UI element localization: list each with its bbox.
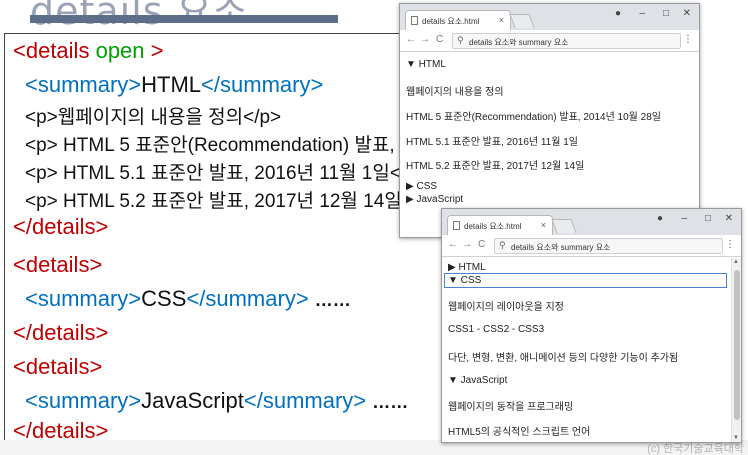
ellipsis: …… — [372, 392, 409, 412]
minimize-icon[interactable]: – — [639, 8, 645, 19]
paragraph: HTML5의 공식적인 스크립트 언어 — [448, 427, 591, 438]
account-icon[interactable]: ● — [615, 8, 621, 19]
new-tab-button[interactable] — [509, 14, 535, 28]
code-line-p3: <p> HTML 5.1 표준안 발표, 2016년 11월 1일</p> — [25, 163, 428, 184]
paragraph: 다단, 변형, 변환, 애니메이션 등의 다양한 기능이 추가됨 — [448, 353, 679, 364]
search-icon: ⚲ — [499, 240, 506, 250]
document-icon — [453, 221, 460, 230]
tag-summary-open: <summary> — [25, 72, 142, 97]
close-icon[interactable]: ✕ — [683, 8, 691, 19]
code-line-details-open: <details open > — [13, 38, 164, 64]
browser-toolbar: ← → C ⚲ details 요소와 summary 요소 ⋮ — [400, 30, 699, 52]
new-tab-button[interactable] — [551, 219, 577, 233]
tag-summary-open: <summary> — [25, 286, 142, 311]
reload-icon[interactable]: C — [436, 34, 443, 45]
code-line-summary-css: <summary>CSS</summary> …… — [25, 286, 351, 312]
browser-window-1: details 요소.html × ● – □ ✕ ← → C ⚲ detail… — [399, 3, 700, 238]
document-icon — [411, 16, 418, 25]
summary-text-css: CSS — [141, 286, 187, 311]
browser-window-2: details 요소.html × ● – □ ✕ ← → C ⚲ detail… — [441, 208, 742, 443]
close-icon[interactable]: ✕ — [725, 213, 733, 224]
menu-kebab-icon[interactable]: ⋮ — [683, 34, 693, 45]
forward-arrow-icon[interactable]: → — [420, 34, 430, 45]
paragraph: 웹페이지의 내용을 정의 — [406, 87, 504, 98]
tab-title: details 요소.html — [464, 222, 522, 231]
address-bar[interactable]: ⚲ details 요소와 summary 요소 — [452, 33, 681, 49]
tag-details-open: <details — [13, 38, 90, 63]
summary-html-expanded[interactable]: ▼ HTML — [406, 59, 446, 70]
attr-open: open — [95, 38, 145, 63]
code-line-p1: <p>웹페이지의 내용을 정의</p> — [25, 107, 282, 128]
summary-css-collapsed[interactable]: ▶ CSS — [406, 181, 437, 192]
address-bar[interactable]: ⚲ details 요소와 summary 요소 — [494, 238, 723, 254]
code-line-details-2: <details> — [13, 252, 103, 277]
scroll-down-arrow-icon[interactable]: ▼ — [733, 435, 739, 441]
focus-outline — [444, 273, 727, 288]
paragraph: CSS1 - CSS2 - CSS3 — [448, 324, 545, 335]
browser-tab[interactable]: details 요소.html × — [447, 215, 553, 235]
summary-text-html: HTML — [141, 72, 202, 97]
ellipsis: …… — [314, 290, 351, 310]
summary-text-javascript: JavaScript — [141, 388, 244, 413]
reload-icon[interactable]: C — [478, 239, 485, 250]
back-arrow-icon[interactable]: ← — [448, 239, 458, 250]
paragraph: 웹페이지의 동작을 프로그래밍 — [448, 402, 574, 413]
code-line-p4: <p> HTML 5.2 표준안 발표, 2017년 12월 14일</p> — [25, 191, 440, 212]
code-line-summary-js: <summary>JavaScript</summary> …… — [25, 388, 408, 414]
browser-titlebar: details 요소.html × ● – □ ✕ — [400, 4, 699, 30]
paragraph: 웹페이지의 레이아웃을 지정 — [448, 302, 564, 313]
title-underline-bar — [30, 15, 338, 23]
tag-close-bracket: > — [150, 38, 164, 63]
tag-summary-close: </summary> — [243, 388, 367, 413]
menu-kebab-icon[interactable]: ⋮ — [725, 239, 735, 250]
scrollbar-thumb[interactable] — [734, 270, 740, 420]
summary-html-collapsed[interactable]: ▶ HTML — [448, 262, 486, 273]
back-arrow-icon[interactable]: ← — [406, 34, 416, 45]
address-text: details 요소와 summary 요소 — [469, 38, 569, 47]
summary-javascript-expanded[interactable]: ▼ JavaScript — [448, 375, 507, 386]
code-line-summary-html: <summary>HTML</summary> — [25, 72, 323, 98]
browser-toolbar: ← → C ⚲ details 요소와 summary 요소 ⋮ — [442, 235, 741, 257]
summary-javascript-collapsed[interactable]: ▶ JavaScript — [406, 194, 463, 205]
tag-summary-close: </summary> — [186, 286, 309, 311]
code-line-details-close-2: </details> — [13, 320, 109, 345]
tab-close-icon[interactable]: × — [541, 220, 546, 230]
scroll-up-arrow-icon[interactable]: ▲ — [733, 259, 739, 265]
code-line-details-3: <details> — [13, 354, 103, 379]
minimize-icon[interactable]: – — [681, 213, 687, 224]
paragraph: HTML 5.2 표준안 발표, 2017년 12월 14일 — [406, 161, 585, 172]
tab-title: details 요소.html — [422, 17, 480, 26]
account-icon[interactable]: ● — [657, 213, 663, 224]
forward-arrow-icon[interactable]: → — [462, 239, 472, 250]
browser-titlebar: details 요소.html × ● – □ ✕ — [442, 209, 741, 235]
code-line-details-close-1: </details> — [13, 214, 109, 239]
search-icon: ⚲ — [457, 35, 464, 45]
address-text: details 요소와 summary 요소 — [511, 243, 611, 252]
browser-tab[interactable]: details 요소.html × — [405, 10, 511, 30]
paragraph: HTML 5 표준안(Recommendation) 발표, 2014년 10월… — [406, 112, 661, 123]
maximize-icon[interactable]: □ — [705, 213, 711, 224]
tag-summary-open: <summary> — [25, 388, 142, 413]
tab-close-icon[interactable]: × — [499, 15, 504, 25]
tag-summary-close: </summary> — [201, 72, 324, 97]
paragraph: HTML 5.1 표준안 발표, 2016년 11월 1일 — [406, 137, 578, 148]
maximize-icon[interactable]: □ — [663, 8, 669, 19]
vertical-scrollbar[interactable]: ▲ ▼ — [731, 258, 741, 442]
